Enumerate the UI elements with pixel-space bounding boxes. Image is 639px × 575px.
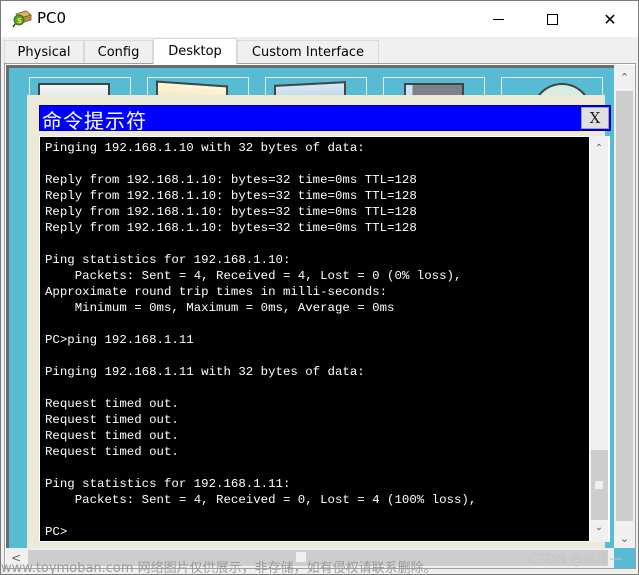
terminal-line: Request timed out. bbox=[45, 397, 179, 411]
terminal-line: Pinging 192.168.1.11 with 32 bytes of da… bbox=[45, 365, 365, 379]
terminal-line: Packets: Sent = 4, Received = 0, Lost = … bbox=[45, 493, 477, 507]
scroll-down-button[interactable]: ⌄ bbox=[590, 518, 608, 536]
close-icon: X bbox=[589, 109, 601, 127]
chevron-down-icon: ⌄ bbox=[594, 521, 604, 533]
terminal-line: Minimum = 0ms, Maximum = 0ms, Average = … bbox=[45, 301, 395, 315]
minimize-icon bbox=[492, 18, 504, 20]
terminal-line: PC> bbox=[45, 525, 68, 539]
close-button[interactable]: ✕ bbox=[587, 1, 633, 37]
scroll-up-button[interactable]: ⌃ bbox=[614, 67, 635, 87]
terminal-line: Approximate round trip times in milli-se… bbox=[45, 285, 388, 299]
vertical-scroll-thumb[interactable] bbox=[616, 91, 633, 521]
tab-label: Desktop bbox=[168, 44, 222, 59]
desktop-vertical-scrollbar[interactable]: ⌃ ⌄ bbox=[614, 65, 635, 548]
tab-config[interactable]: Config bbox=[84, 40, 153, 63]
watermark-author: CSDN @尚泽一 bbox=[528, 553, 622, 568]
terminal-line: Packets: Sent = 4, Received = 4, Lost = … bbox=[45, 269, 462, 283]
command-prompt-close-button[interactable]: X bbox=[581, 107, 609, 129]
pc0-window: S PC0 ✕ Physical Config Desktop Custom I… bbox=[0, 0, 639, 575]
terminal-text: Pinging 192.168.1.10 with 32 bytes of da… bbox=[45, 140, 476, 540]
terminal-line: Request timed out. bbox=[45, 445, 179, 459]
terminal-line: Reply from 192.168.1.10: bytes=32 time=0… bbox=[45, 221, 417, 235]
terminal-line: Reply from 192.168.1.10: bytes=32 time=0… bbox=[45, 189, 417, 203]
terminal-output[interactable]: Pinging 192.168.1.10 with 32 bytes of da… bbox=[39, 136, 590, 542]
terminal-line: Ping statistics for 192.168.1.11: bbox=[45, 477, 291, 491]
tab-label: Custom Interface bbox=[251, 44, 365, 60]
close-icon: ✕ bbox=[603, 9, 617, 29]
terminal-line: Reply from 192.168.1.10: bytes=32 time=0… bbox=[45, 173, 417, 187]
tab-bar: Physical Config Desktop Custom Interface bbox=[4, 38, 638, 64]
tab-desktop[interactable]: Desktop bbox=[153, 38, 237, 64]
svg-text:S: S bbox=[17, 17, 22, 25]
desktop-area: 命令提示符 X Pinging 192.168.1.10 with 32 byt… bbox=[6, 65, 614, 548]
terminal-scroll-thumb[interactable] bbox=[591, 450, 608, 520]
terminal-line: Reply from 192.168.1.10: bytes=32 time=0… bbox=[45, 205, 417, 219]
terminal-line: PC>ping 192.168.1.11 bbox=[45, 333, 194, 347]
tab-label: Config bbox=[97, 44, 140, 60]
tab-physical[interactable]: Physical bbox=[4, 40, 84, 63]
watermark-text: www.toymoban.com 网络图片仅供展示，非存储，如有侵权请联系删除。 bbox=[1, 561, 437, 575]
terminal-scrollbar[interactable]: ⌃ ⌄ bbox=[590, 136, 610, 542]
title-bar: S PC0 ✕ bbox=[1, 1, 638, 37]
terminal-line: Pinging 192.168.1.10 with 32 bytes of da… bbox=[45, 141, 365, 155]
minimize-button[interactable] bbox=[475, 1, 521, 37]
desktop-tab-content: 命令提示符 X Pinging 192.168.1.10 with 32 byt… bbox=[4, 63, 636, 569]
chevron-up-icon: ⌃ bbox=[619, 70, 630, 84]
chevron-up-icon: ⌃ bbox=[594, 142, 604, 154]
terminal-line: Ping statistics for 192.168.1.10: bbox=[45, 253, 291, 267]
command-prompt-title-bar: 命令提示符 X bbox=[39, 105, 611, 133]
command-prompt-window: 命令提示符 X Pinging 192.168.1.10 with 32 byt… bbox=[27, 95, 611, 548]
packet-tracer-pc-icon: S bbox=[12, 10, 32, 28]
scroll-grip-icon bbox=[595, 481, 603, 489]
command-prompt-title: 命令提示符 bbox=[42, 109, 147, 133]
scroll-down-button[interactable]: ⌄ bbox=[614, 528, 635, 548]
terminal-line: Request timed out. bbox=[45, 429, 179, 443]
window-title: PC0 bbox=[37, 9, 67, 27]
tab-custom-interface[interactable]: Custom Interface bbox=[237, 40, 379, 63]
maximize-button[interactable] bbox=[529, 1, 575, 37]
tab-label: Physical bbox=[17, 44, 71, 60]
maximize-icon bbox=[546, 13, 558, 25]
scroll-up-button[interactable]: ⌃ bbox=[590, 139, 608, 157]
terminal-line: Request timed out. bbox=[45, 413, 179, 427]
chevron-down-icon: ⌄ bbox=[619, 531, 630, 545]
